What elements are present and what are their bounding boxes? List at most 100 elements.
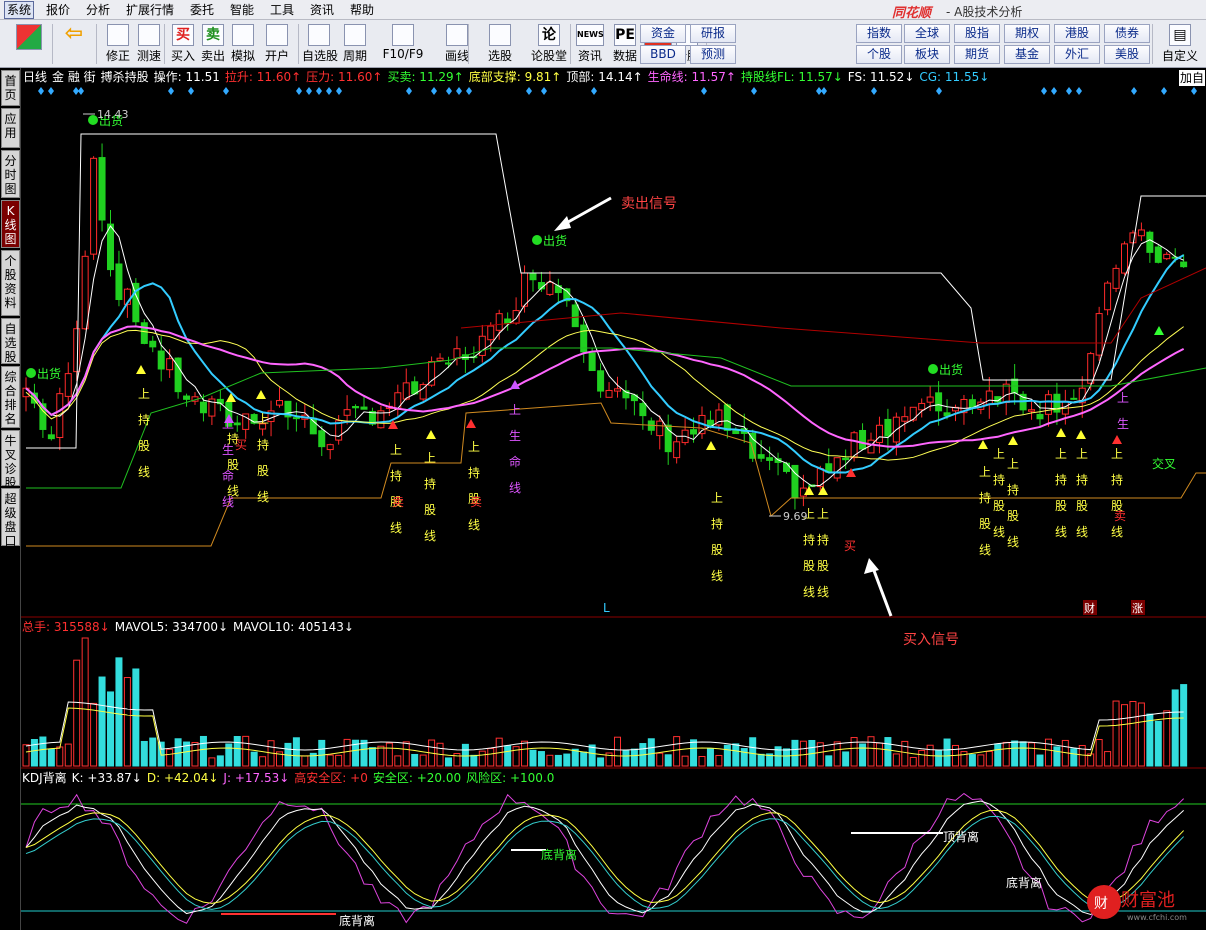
lock-button[interactable]: 开户 xyxy=(262,22,292,66)
quick-1-5-button[interactable]: 基金 xyxy=(1004,45,1050,64)
candle-up xyxy=(276,400,283,406)
pencil-button[interactable]: 画线 xyxy=(438,22,476,66)
quick-0-2-button[interactable]: 指数 xyxy=(856,24,902,43)
menu-1[interactable]: 报价 xyxy=(44,2,72,18)
customize-button[interactable]: ▤ 自定义 xyxy=(1160,22,1200,66)
sell-char: 卖 xyxy=(1114,509,1126,523)
up-down-arrows-button[interactable]: 修正 xyxy=(104,22,132,66)
sidebar-tab-6[interactable]: 综合排名 xyxy=(1,366,20,428)
stopwatch-button[interactable]: 测速 xyxy=(134,22,164,66)
vertical-label-char: 持 xyxy=(1111,472,1123,487)
screen-button[interactable]: 选股 xyxy=(480,22,520,66)
chuhuo-label: 出货 xyxy=(939,362,963,377)
menu-3[interactable]: 扩展行情 xyxy=(124,2,176,18)
sidebar-tab-8[interactable]: 超级盘口 xyxy=(1,488,20,548)
volume-bar xyxy=(1154,720,1162,767)
sidebar-tab-7[interactable]: 牛叉诊股 xyxy=(1,430,20,490)
quick-1-7-button[interactable]: 美股 xyxy=(1104,45,1150,64)
candle-up xyxy=(985,390,993,405)
quick-1-3-button[interactable]: 板块 xyxy=(904,45,950,64)
vertical-label-char: 生 xyxy=(1117,417,1129,431)
volume-bar xyxy=(588,744,596,767)
candle-down xyxy=(859,429,867,450)
candle-down xyxy=(140,322,148,344)
sidebar-tab-5[interactable]: 自选股 xyxy=(1,318,20,364)
candle-up xyxy=(1112,267,1120,289)
quick-0-5-button[interactable]: 期权 xyxy=(1004,24,1050,43)
volume-bar xyxy=(842,751,850,767)
sidebar-tab-4[interactable]: 个股资料 xyxy=(1,250,20,316)
vertical-label-char: 线 xyxy=(424,529,436,543)
volume-bar xyxy=(335,754,343,767)
watermark-name: 财富池 xyxy=(1121,890,1175,911)
quick-0-4-button[interactable]: 股指 xyxy=(954,24,1000,43)
volume-bar xyxy=(343,738,351,767)
vertical-label-char: 股 xyxy=(803,559,815,573)
candle-down xyxy=(732,430,740,435)
f10-button[interactable]: F10/F9 xyxy=(380,22,426,66)
quick-0-7-button[interactable]: 债券 xyxy=(1104,24,1150,43)
quick-0-3-button[interactable]: 全球 xyxy=(904,24,950,43)
candle-down xyxy=(571,304,579,328)
volume-bar xyxy=(1171,689,1179,767)
menu-2[interactable]: 分析 xyxy=(84,2,112,18)
candle-down xyxy=(1070,397,1078,400)
volume-bar xyxy=(242,735,250,767)
candle-down xyxy=(411,381,419,395)
home-button[interactable] xyxy=(10,22,48,66)
forum-button[interactable]: 论论股堂 xyxy=(526,22,572,66)
toolbar-label: 卖出 xyxy=(200,49,225,63)
candle-up xyxy=(495,313,503,331)
volume-bar xyxy=(1070,748,1078,767)
sell-button[interactable]: 卖卖出 xyxy=(198,22,228,66)
sidebar-tab-1[interactable]: 应用 xyxy=(1,108,20,148)
buy-button[interactable]: 买买入 xyxy=(168,22,198,66)
volume-bar xyxy=(326,754,334,767)
vertical-label-char: 线 xyxy=(817,585,829,599)
quick-1-1-button[interactable]: 预测 xyxy=(690,45,736,64)
volume-bar xyxy=(630,748,638,767)
vertical-label-char: 上 xyxy=(222,417,234,431)
hammer-button[interactable]: 模拟 xyxy=(228,22,258,66)
candle-down xyxy=(529,272,537,281)
volume-bar xyxy=(377,745,385,767)
sidebar-tab-2[interactable]: 分时图 xyxy=(1,150,20,198)
volume-bar xyxy=(199,735,207,767)
quick-1-4-button[interactable]: 期货 xyxy=(954,45,1000,64)
pe-button[interactable]: PE 数据 xyxy=(610,22,640,66)
quick-1-0-button[interactable]: BBD xyxy=(640,45,686,64)
star-list-button[interactable]: 自选股 xyxy=(302,22,338,66)
volume-bar xyxy=(580,751,588,767)
volume-bar xyxy=(546,754,554,767)
candle-up xyxy=(605,389,613,398)
chuhuo-dot xyxy=(26,368,36,378)
diamond-marker xyxy=(591,87,597,95)
sidebar-tab-3[interactable]: K线图 xyxy=(1,200,20,248)
news-button[interactable]: NEWS 资讯 xyxy=(576,22,604,66)
clock-button[interactable]: 周期 xyxy=(336,22,374,66)
menu-4[interactable]: 委托 xyxy=(188,2,216,18)
kline-chart-area[interactable]: 日线金 融 街搏杀持股 操作: 11.51 拉升: 11.60↑ 压力: 11.60↑… xyxy=(21,68,1206,930)
marker-cai: 财 xyxy=(1084,601,1095,615)
menu-0[interactable]: 系统 xyxy=(4,1,35,19)
candle-up xyxy=(487,325,495,341)
quick-0-0-button[interactable]: 资金 xyxy=(640,24,686,43)
quick-1-2-button[interactable]: 个股 xyxy=(856,45,902,64)
quick-0-1-button[interactable]: 研报 xyxy=(690,24,736,43)
vertical-label-char: 持 xyxy=(711,516,723,531)
volume-bar xyxy=(64,743,72,767)
diamond-marker xyxy=(78,87,84,95)
menu-5[interactable]: 智能 xyxy=(228,2,256,18)
menu-6[interactable]: 工具 xyxy=(268,2,296,18)
volume-bar xyxy=(749,737,757,767)
menu-8[interactable]: 帮助 xyxy=(348,2,376,18)
back-button[interactable]: ⇦ xyxy=(58,22,90,66)
quick-1-6-button[interactable]: 外汇 xyxy=(1054,45,1100,64)
volume-bar xyxy=(478,750,486,767)
candle-down xyxy=(199,401,207,414)
menu-7[interactable]: 资讯 xyxy=(308,2,336,18)
quick-0-6-button[interactable]: 港股 xyxy=(1054,24,1100,43)
volume-bar xyxy=(1129,701,1137,767)
volume-bar xyxy=(994,743,1002,767)
sidebar-tab-0[interactable]: 首页 xyxy=(1,70,20,106)
